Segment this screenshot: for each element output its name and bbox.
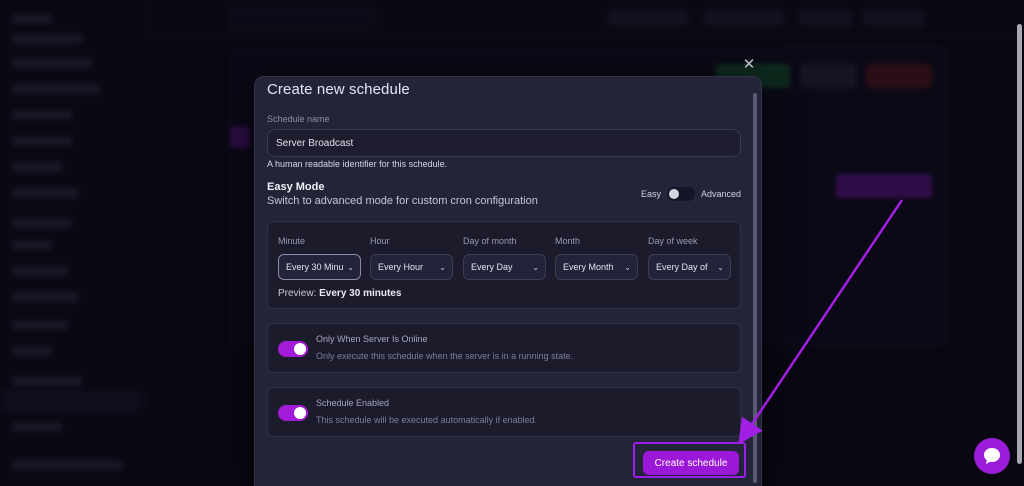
switch-knob <box>294 407 306 419</box>
schedule-name-help: A human readable identifier for this sch… <box>267 159 448 169</box>
schedule-name-label: Schedule name <box>267 114 330 124</box>
day-of-month-select[interactable]: Every Day ⌄ <box>463 254 546 280</box>
day-of-week-select[interactable]: Every Day of ⌄ <box>648 254 731 280</box>
preview-value: Every 30 minutes <box>319 288 402 299</box>
cron-label: Hour <box>370 236 390 246</box>
schedule-name-value: Server Broadcast <box>276 137 354 149</box>
schedule-enabled-panel: Schedule Enabled This schedule will be e… <box>267 387 741 437</box>
cron-label: Month <box>555 236 581 246</box>
chevron-down-icon: ⌄ <box>439 262 446 272</box>
easy-mode-title: Easy Mode <box>267 181 325 193</box>
advanced-label: Advanced <box>701 189 742 199</box>
mode-switch[interactable] <box>667 187 696 201</box>
hour-select[interactable]: Every Hour ⌄ <box>370 254 453 280</box>
select-value: Every Month <box>563 262 614 272</box>
create-schedule-button[interactable]: Create schedule <box>643 451 739 475</box>
chat-button[interactable] <box>974 438 1010 474</box>
only-when-online-toggle[interactable] <box>278 341 308 357</box>
select-value: Every Hour <box>378 262 424 272</box>
cron-day-of-week: Day of week Every Day of ⌄ <box>648 236 731 280</box>
select-value: Every Day <box>471 262 513 272</box>
option-title: Only When Server Is Online <box>316 334 428 344</box>
select-value: Every Day of <box>656 262 708 272</box>
page-scrollbar[interactable] <box>1017 24 1022 464</box>
modal-scrollbar[interactable] <box>753 93 757 483</box>
chevron-down-icon: ⌄ <box>347 262 354 272</box>
only-when-online-panel: Only When Server Is Online Only execute … <box>267 323 741 373</box>
option-description: This schedule will be executed automatic… <box>316 415 538 425</box>
modal-title: Create new schedule <box>267 81 410 98</box>
switch-knob <box>294 343 306 355</box>
select-value: Every 30 Minu <box>286 262 344 272</box>
easy-mode-description: Switch to advanced mode for custom cron … <box>267 195 538 207</box>
cron-month: Month Every Month ⌄ <box>555 236 638 280</box>
cron-hour: Hour Every Hour ⌄ <box>370 236 453 280</box>
switch-knob <box>669 189 680 199</box>
preview-label: Preview: <box>278 288 317 299</box>
cron-day-of-month: Day of month Every Day ⌄ <box>463 236 546 280</box>
cron-label: Minute <box>278 236 306 246</box>
cron-label: Day of week <box>648 236 698 246</box>
month-select[interactable]: Every Month ⌄ <box>555 254 638 280</box>
option-title: Schedule Enabled <box>316 398 390 408</box>
mode-toggle: Easy Advanced <box>641 187 741 201</box>
create-schedule-modal: Create new schedule Schedule name Server… <box>254 76 762 486</box>
schedule-name-input[interactable]: Server Broadcast <box>267 129 741 157</box>
close-icon[interactable]: ✕ <box>742 57 756 72</box>
cron-label: Day of month <box>463 236 517 246</box>
chat-bubble-icon <box>984 448 1000 464</box>
minute-select[interactable]: Every 30 Minu ⌄ <box>278 254 361 280</box>
cron-preview: Preview: Every 30 minutes <box>278 288 401 299</box>
chevron-down-icon: ⌄ <box>532 262 539 272</box>
cron-minute: Minute Every 30 Minu ⌄ <box>278 236 361 280</box>
easy-label: Easy <box>641 189 662 199</box>
chevron-down-icon: ⌄ <box>624 262 631 272</box>
schedule-enabled-toggle[interactable] <box>278 405 308 421</box>
chevron-down-icon: ⌄ <box>717 262 724 272</box>
option-description: Only execute this schedule when the serv… <box>316 351 574 361</box>
cron-panel: Minute Every 30 Minu ⌄ Hour Every Hour ⌄ D… <box>267 221 741 309</box>
